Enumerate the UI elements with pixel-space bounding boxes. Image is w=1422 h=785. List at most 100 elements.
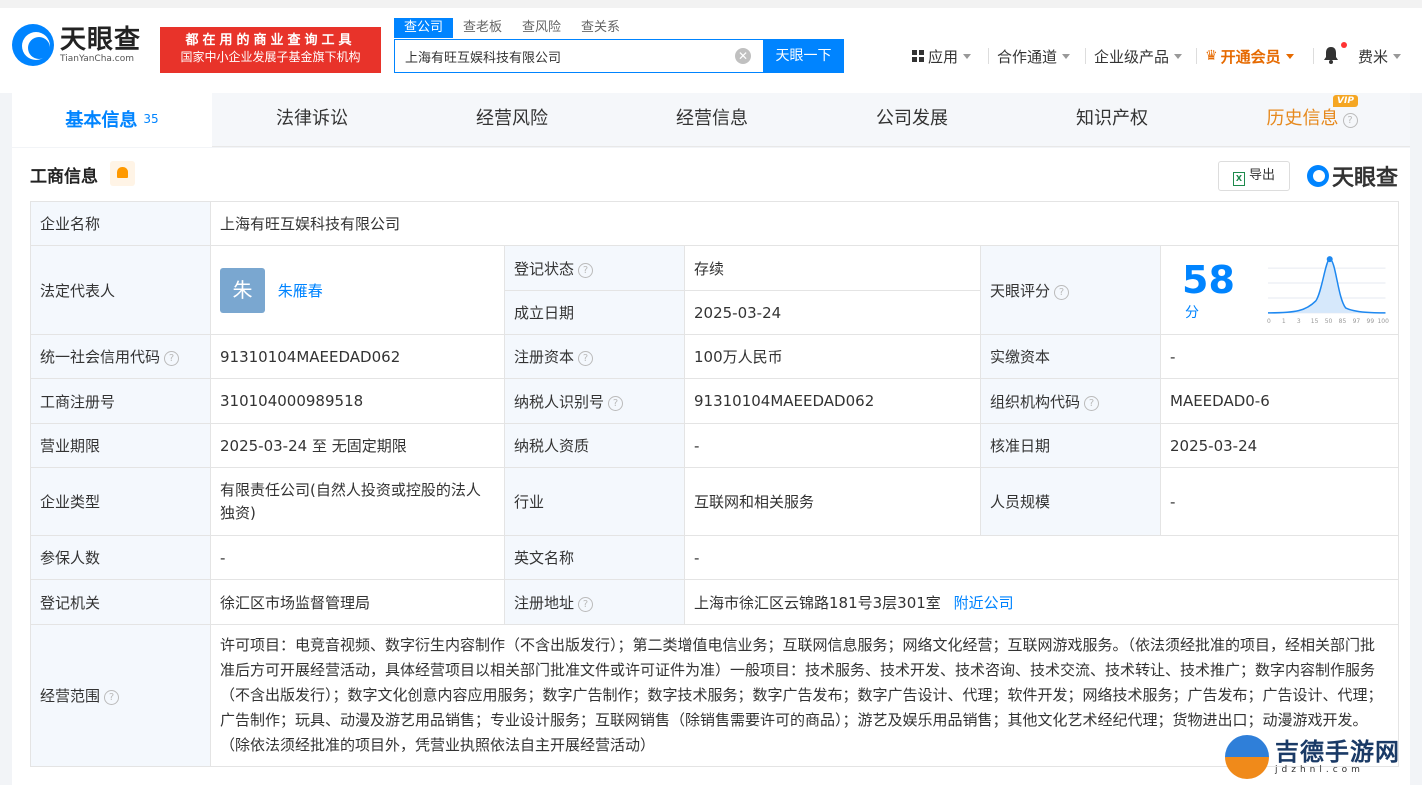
- help-icon[interactable]: ?: [164, 351, 180, 366]
- search-box: ✕: [394, 39, 764, 73]
- help-icon[interactable]: ?: [104, 690, 120, 705]
- search-button[interactable]: 天眼一下: [763, 39, 844, 73]
- taxpayer-id-label: 纳税人识别号: [514, 392, 605, 411]
- chevron-down-icon: [963, 53, 972, 59]
- export-label: 导出: [1248, 168, 1275, 183]
- reg-authority: 徐汇区市场监督管理局: [210, 579, 505, 625]
- paid-capital: -: [1159, 334, 1400, 379]
- score-axis-tick: 1: [1282, 318, 1286, 325]
- slogan-line-1: 都在用的商业查询工具: [185, 33, 356, 48]
- tab-development[interactable]: 公司发展: [812, 93, 1012, 147]
- chevron-down-icon: [1285, 53, 1294, 59]
- est-date: 2025-03-24: [684, 290, 981, 335]
- site-logo[interactable]: 天眼查 TianYanCha.com: [12, 24, 141, 66]
- cell-label: 参保人数: [30, 535, 211, 580]
- user-menu[interactable]: 费米: [1358, 44, 1402, 68]
- table-row: 企业名称 上海有旺互娱科技有限公司: [30, 201, 1400, 246]
- nearby-companies-link[interactable]: 附近公司: [954, 594, 1014, 612]
- user-name: 费米: [1358, 47, 1389, 66]
- nav-divider: [1196, 48, 1197, 64]
- score-axis-tick: 0: [1267, 318, 1271, 325]
- tab-legal[interactable]: 法律诉讼: [212, 93, 412, 147]
- nav-partner-label: 合作通道: [997, 47, 1058, 66]
- search-tab-risk[interactable]: 查风险: [512, 18, 571, 38]
- legal-rep-link[interactable]: 朱雁春: [278, 282, 323, 300]
- reg-status: 存续: [684, 245, 981, 291]
- chevron-down-icon: [1062, 53, 1071, 59]
- table-row: 登记机关 徐汇区市场监督管理局 注册地址? 上海市徐汇区云锦路181号3层301…: [30, 579, 1400, 625]
- score-value: 58: [1182, 258, 1235, 302]
- cell-label: 英文名称: [504, 535, 685, 580]
- avatar[interactable]: 朱: [220, 267, 265, 313]
- cell-label: 天眼评分?: [980, 245, 1161, 335]
- insured-count: -: [210, 535, 505, 580]
- search-tab-company[interactable]: 查公司: [394, 18, 454, 38]
- nav-apps[interactable]: 应用: [912, 44, 972, 68]
- table-row: 统一社会信用代码? 91310104MAEEDAD062 注册资本? 100万人…: [30, 334, 1400, 379]
- chevron-down-icon: [1393, 53, 1402, 59]
- search-tab-boss[interactable]: 查老板: [453, 18, 512, 38]
- company-name: 上海有旺互娱科技有限公司: [209, 201, 1400, 246]
- nav-vip[interactable]: ♛ 开通会员: [1205, 44, 1294, 68]
- export-button[interactable]: X 导出: [1218, 161, 1290, 191]
- slogan-banner: 都在用的商业查询工具 国家中小企业发展子基金旗下机构: [160, 27, 381, 73]
- cell-label: 企业类型: [30, 467, 211, 536]
- cell-label: 营业期限: [30, 423, 211, 468]
- help-icon[interactable]: ?: [1084, 395, 1100, 411]
- company-tabs: 基本信息 35 法律诉讼 经营风险 经营信息 公司发展 知识产权 历史信息?: [12, 93, 1410, 147]
- help-icon[interactable]: ?: [578, 596, 594, 612]
- search-input[interactable]: [395, 40, 725, 72]
- nav-vip-label: 开通会员: [1220, 47, 1281, 66]
- cell-label: 行业: [504, 467, 685, 536]
- search-tab-relation[interactable]: 查关系: [571, 18, 630, 38]
- cell-label: 成立日期: [504, 290, 685, 335]
- score-unit: 分: [1185, 305, 1199, 321]
- help-icon[interactable]: ?: [608, 395, 624, 411]
- score-axis-tick: 85: [1338, 318, 1346, 325]
- score-label: 天眼评分: [990, 281, 1051, 300]
- nav-divider: [988, 48, 989, 64]
- cell-label: 纳税人识别号?: [504, 378, 685, 424]
- score-cell[interactable]: 58分 0 1 3 15 50 85 97 99 100: [1159, 245, 1400, 335]
- logo-name: 天眼查: [60, 24, 142, 55]
- nav-divider: [1085, 48, 1086, 64]
- help-icon[interactable]: ?: [578, 262, 594, 278]
- reg-address-cell: 上海市徐汇区云锦路181号3层301室 附近公司: [683, 579, 1400, 625]
- reg-address: 上海市徐汇区云锦路181号3层301室: [694, 593, 941, 612]
- monitor-bell-icon[interactable]: [110, 161, 135, 186]
- tab-basic-info[interactable]: 基本信息 35: [12, 93, 212, 147]
- org-code: MAEEDAD0-6: [1159, 378, 1400, 424]
- chevron-down-icon: [1174, 53, 1183, 59]
- brand-name: 天眼查: [1332, 166, 1399, 191]
- table-row: 企业类型 有限责任公司(自然人投资或控股的法人独资) 行业 互联网和相关服务 人…: [30, 467, 1400, 536]
- bell-icon[interactable]: [1323, 46, 1339, 64]
- help-icon[interactable]: ?: [1054, 284, 1070, 300]
- business-info-table: 企业名称 上海有旺互娱科技有限公司 法定代表人 朱 朱雁春 登记状态? 存续 天…: [30, 201, 1400, 767]
- tab-history-label: 历史信息: [1266, 108, 1339, 129]
- vip-badge: VIP: [1333, 95, 1358, 107]
- nav-enterprise-label: 企业级产品: [1094, 47, 1170, 66]
- section-title: 工商信息: [30, 167, 98, 187]
- nav-enterprise[interactable]: 企业级产品: [1094, 44, 1183, 68]
- cell-label: 登记机关: [30, 579, 211, 625]
- staff-size: -: [1159, 467, 1400, 536]
- search-type-tabs: 查公司 查老板 查风险 查关系: [394, 18, 630, 38]
- watermark-logo-icon: [1225, 735, 1269, 779]
- tab-history[interactable]: 历史信息?: [1212, 93, 1412, 147]
- cell-label: 经营范围?: [30, 624, 211, 767]
- help-icon[interactable]: ?: [578, 351, 594, 366]
- tab-operation[interactable]: 经营信息: [612, 93, 812, 147]
- tab-risk[interactable]: 经营风险: [412, 93, 612, 147]
- table-row: 法定代表人 朱 朱雁春 登记状态? 存续 天眼评分? 58分 0 1 3 15 …: [30, 245, 1400, 335]
- help-icon[interactable]: ?: [1342, 113, 1358, 128]
- tab-ip[interactable]: 知识产权: [1012, 93, 1212, 147]
- excel-icon: X: [1232, 172, 1245, 186]
- taxpayer-qual: -: [684, 423, 981, 468]
- cell-label: 实缴资本: [980, 334, 1161, 379]
- nav-partner[interactable]: 合作通道: [997, 44, 1071, 68]
- reg-address-label: 注册地址: [514, 593, 575, 612]
- clear-icon[interactable]: ✕: [735, 48, 751, 64]
- cell-label: 人员规模: [980, 467, 1161, 536]
- table-row: 经营范围? 许可项目：电竞音视频、数字衍生内容制作（不含出版发行）；第二类增值电…: [30, 624, 1400, 767]
- score-axis-tick: 50: [1324, 318, 1332, 325]
